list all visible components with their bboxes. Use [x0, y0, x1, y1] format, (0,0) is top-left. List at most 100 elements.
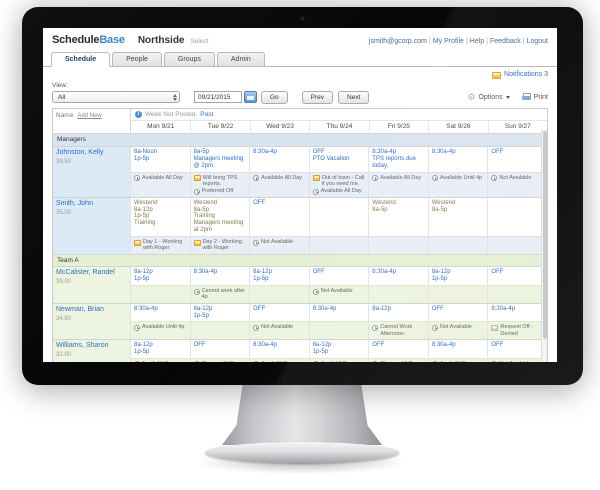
availability-text: Avail. All Day	[440, 361, 485, 362]
shift-cell[interactable]: OFF	[487, 267, 547, 285]
prev-button[interactable]: Prev	[302, 91, 333, 104]
availability-text: Preferred Off	[202, 188, 247, 194]
printer-icon	[522, 93, 531, 101]
shift-cell[interactable]: 8:30a-4p	[487, 304, 547, 322]
clock-icon	[134, 325, 140, 331]
shift-cell[interactable]: OFF	[487, 340, 547, 358]
shift-cell[interactable]: 8a-Noon1p-5p	[130, 147, 190, 172]
availability-cell	[487, 285, 547, 303]
availability-item: Will bring TPS reports.	[194, 175, 247, 188]
employee-hours: 31.00	[56, 352, 127, 359]
availability-item: Request Off - Denied	[491, 324, 544, 337]
add-new-link[interactable]: Add New	[77, 113, 101, 120]
go-button[interactable]: Go	[261, 91, 288, 104]
shift-cell[interactable]: Westend8a-5p	[368, 198, 428, 236]
shift-cell[interactable]: 8:30a-4p	[309, 304, 369, 322]
availability-text: Classes All Day	[380, 361, 425, 362]
header-right: i Week Not Posted. Post Mon 9/21Tue 9/22…	[130, 109, 547, 134]
shift-cell[interactable]: 8a-12p1p-5p	[130, 340, 190, 358]
view-select[interactable]: All	[52, 91, 180, 103]
options-menu[interactable]: Options	[467, 93, 509, 102]
employee-row: Williams, Sharon31.008a-12p1p-5pOFF8:30a…	[53, 339, 547, 362]
employee-name-link[interactable]: Newman, Brian	[56, 306, 127, 314]
availability-text: Available All Day	[380, 175, 425, 181]
clock-icon	[134, 175, 140, 181]
shift-line: Westend	[432, 200, 485, 207]
shift-cell[interactable]: 8:30a-4p	[249, 147, 309, 172]
shift-cell[interactable]	[309, 198, 369, 236]
availability-text: Day 2 - Working with Roger	[203, 239, 247, 252]
shift-cell[interactable]: Westend8a-5pTrainingManagers meeting at …	[190, 198, 250, 236]
tab-people[interactable]: People	[112, 52, 162, 67]
notifications-link[interactable]: Notifications 3	[504, 71, 548, 78]
employee-name-link[interactable]: Smith, John	[56, 200, 127, 208]
shift-cell[interactable]: OFF	[249, 198, 309, 236]
shift-line: Westend	[194, 200, 247, 207]
shift-cell[interactable]: 8:30a-4p	[428, 340, 488, 358]
vertical-scrollbar[interactable]	[541, 130, 547, 363]
shift-cell[interactable]: 8:30a-4p	[368, 267, 428, 285]
shift-cell[interactable]: 8a-5pManagers meeting @ 2pm	[190, 147, 250, 172]
shift-cell[interactable]: OFF	[309, 267, 369, 285]
shift-line: 1p-5p	[194, 313, 247, 320]
tab-groups[interactable]: Groups	[164, 52, 215, 67]
shift-cell[interactable]	[487, 198, 547, 236]
availability-item: Not Available	[253, 324, 306, 331]
availability-item: Cannot work after 4p	[194, 288, 247, 301]
shift-line: 8:30a-4p	[253, 342, 306, 349]
clock-icon	[194, 361, 200, 362]
name-column-header: Name Add New	[53, 109, 130, 134]
employee-row: Smith, John35.00Westend8a-12p1p-5pTraini…	[53, 197, 547, 254]
employee-name-link[interactable]: Johnston, Kelly	[56, 149, 127, 157]
select-stepper-icon	[173, 92, 177, 103]
user-link[interactable]: My Profile	[433, 38, 464, 45]
shift-cell[interactable]: Westend8a-12p1p-5pTraining	[130, 198, 190, 236]
user-link[interactable]: Feedback	[490, 38, 521, 45]
employee-name-cell: Williams, Sharon 31.00	[53, 340, 130, 362]
shift-cell[interactable]: 8:30a-4p	[190, 267, 250, 285]
clock-icon	[253, 240, 259, 246]
next-button[interactable]: Next	[338, 91, 369, 104]
shift-cell[interactable]: 8a-12p1p-5p	[190, 304, 250, 322]
shift-cell[interactable]: 8:30a-4p	[428, 147, 488, 172]
shift-cell[interactable]: OFFPTO Vacation	[309, 147, 369, 172]
shift-cell[interactable]: OFF	[428, 304, 488, 322]
availability-item: Available All Day	[253, 175, 306, 182]
shift-cell[interactable]: 8a-12p1p-5p	[428, 267, 488, 285]
shift-cell[interactable]: 8a-12p1p-5p	[130, 267, 190, 285]
post-link[interactable]: Post	[200, 111, 213, 118]
employee-name-link[interactable]: McCalister, Randel	[56, 269, 127, 277]
tab-schedule[interactable]: Schedule	[51, 52, 110, 67]
shift-cell[interactable]: OFF	[249, 304, 309, 322]
day-header: Thu 9/24	[309, 121, 368, 133]
shift-cell[interactable]: OFF	[190, 340, 250, 358]
shift-cell[interactable]: Westend8a-5p	[428, 198, 488, 236]
shift-cell[interactable]: 8a-12p	[368, 304, 428, 322]
shift-cell[interactable]: OFF	[368, 340, 428, 358]
availability-item: Avail. All Day	[253, 361, 306, 362]
availability-text: Not Available	[499, 361, 544, 362]
shift-cell[interactable]: 8a-12p1p-5p	[309, 340, 369, 358]
shift-cell[interactable]: 8:30a-4p	[249, 340, 309, 358]
shift-cell[interactable]: 8a-12p1p-5p	[249, 267, 309, 285]
user-link[interactable]: jsmith@gcorp.com	[369, 38, 427, 45]
user-link[interactable]: Help	[470, 38, 484, 45]
shift-cell[interactable]: 8:30a-4pTPS reports due today.	[368, 147, 428, 172]
employee-name-cell: Smith, John35.00	[53, 198, 130, 254]
availability-item: Not Available	[491, 361, 544, 362]
employee-name-link[interactable]: Williams, Sharon	[56, 342, 127, 350]
availability-item: Available All Day	[313, 188, 366, 195]
calendar-icon[interactable]	[244, 91, 257, 103]
notifications-icon	[492, 72, 501, 79]
print-button[interactable]: Print	[522, 93, 548, 101]
tab-admin[interactable]: Admin	[217, 52, 265, 67]
availability-item: Cannot Work Afternoon	[372, 324, 425, 337]
scrollbar-thumb[interactable]	[543, 131, 547, 340]
date-input[interactable]	[194, 91, 242, 103]
location-select-link[interactable]: Select	[190, 38, 208, 45]
link-separator: |	[466, 38, 468, 45]
shift-cell[interactable]: OFF	[487, 147, 547, 172]
availability-cell: Avail. All Day	[130, 358, 190, 362]
shift-cell[interactable]: 8:30a-4p	[130, 304, 190, 322]
user-link[interactable]: Logout	[527, 38, 548, 45]
